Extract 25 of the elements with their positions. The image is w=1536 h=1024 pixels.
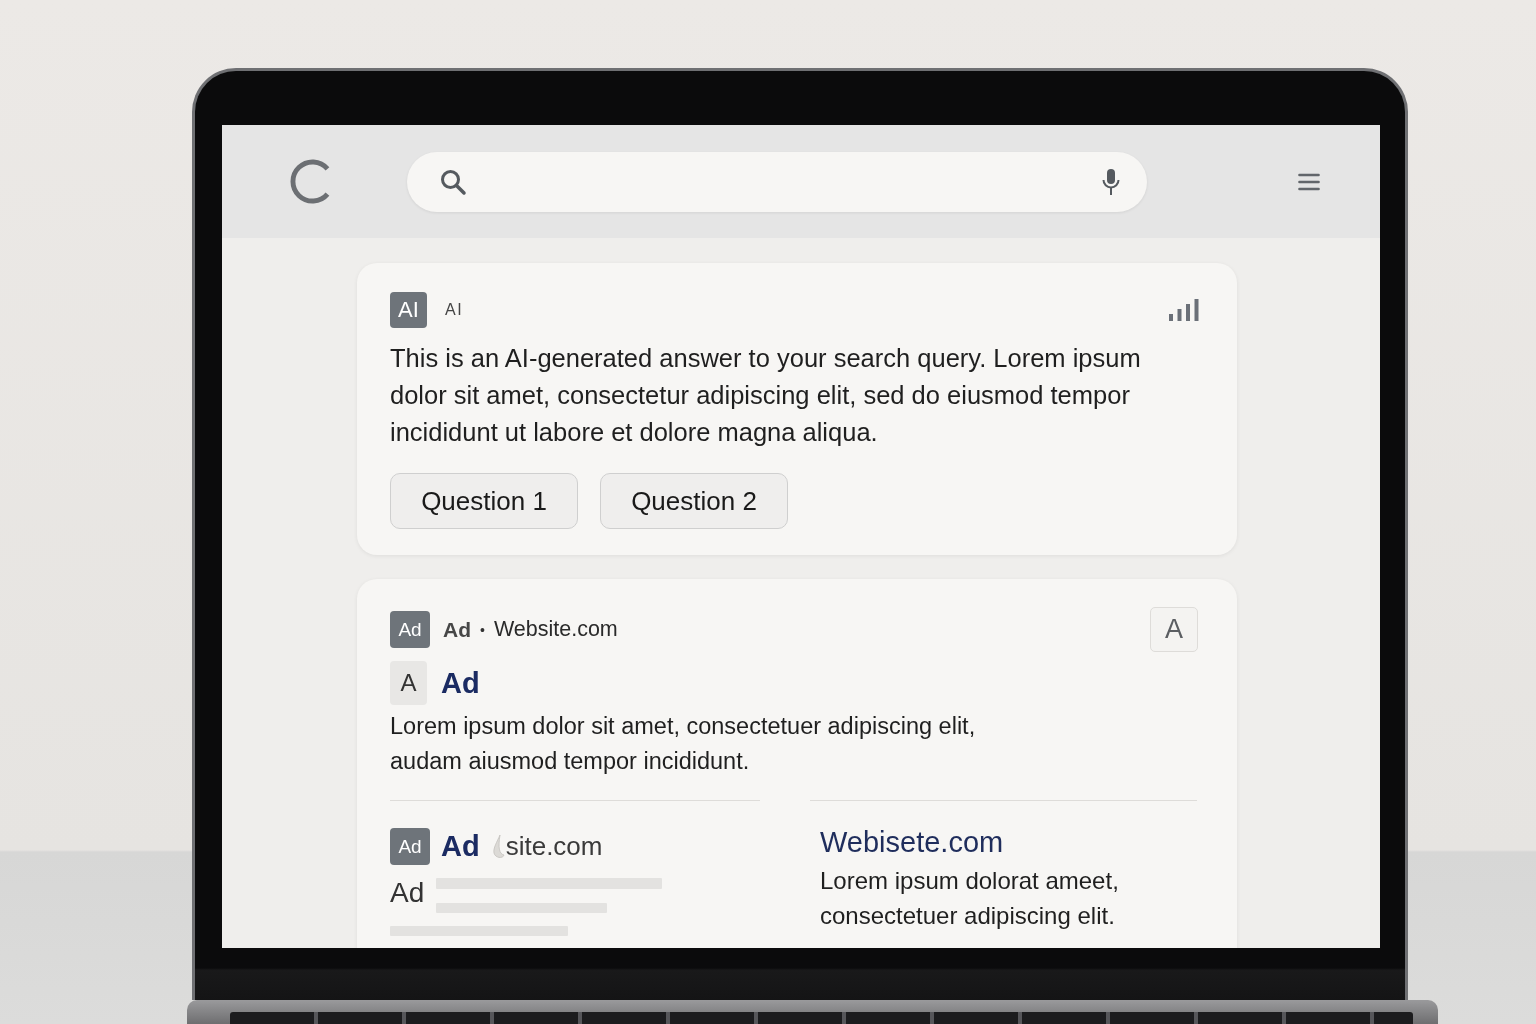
- separator: •: [480, 621, 485, 638]
- letter-avatar: A: [390, 661, 427, 705]
- ad-label: Ad: [443, 617, 471, 642]
- ai-answer-text: This is an AI-generated answer to your search query. Lorem ipsum dolor sit amet, consectetur adipiscing elit, sed do eiusmod tempor incididunt ut labore et dolore magna aliqua.: [390, 343, 1142, 448]
- result-domain: Website.com: [493, 617, 618, 642]
- ai-label: AI: [445, 301, 464, 319]
- droplet-icon: [492, 834, 505, 859]
- ad-badge: Ad: [390, 828, 430, 865]
- letter-tile: A: [1150, 607, 1198, 652]
- question-button[interactable]: Question 1: [390, 473, 578, 529]
- search-field[interactable]: [407, 151, 1147, 212]
- ai-badge: AI: [390, 292, 427, 328]
- question-button[interactable]: Question 2: [600, 473, 788, 529]
- result-title-link[interactable]: Webisete.com: [820, 824, 1197, 860]
- ad-label: Ad: [390, 876, 426, 910]
- result-snippet: Lorem ipsum dolorat ameet, consectetuer adipiscing elit.: [820, 866, 1120, 931]
- result-snippet: Lorem ipsum dolor sit amet, consectetuer adipiscing elit, audam aiusmod tempor incididunt.: [390, 712, 977, 776]
- result-title-link[interactable]: Ad: [441, 830, 480, 863]
- result-title-link[interactable]: Ad: [441, 666, 480, 700]
- signal-bars-icon: [1169, 299, 1199, 321]
- microphone-icon[interactable]: [1101, 167, 1121, 196]
- search-icon[interactable]: [439, 167, 467, 196]
- menu-icon[interactable]: [1298, 172, 1320, 191]
- ad-badge: Ad: [390, 611, 430, 648]
- result-domain: site.com: [505, 831, 603, 862]
